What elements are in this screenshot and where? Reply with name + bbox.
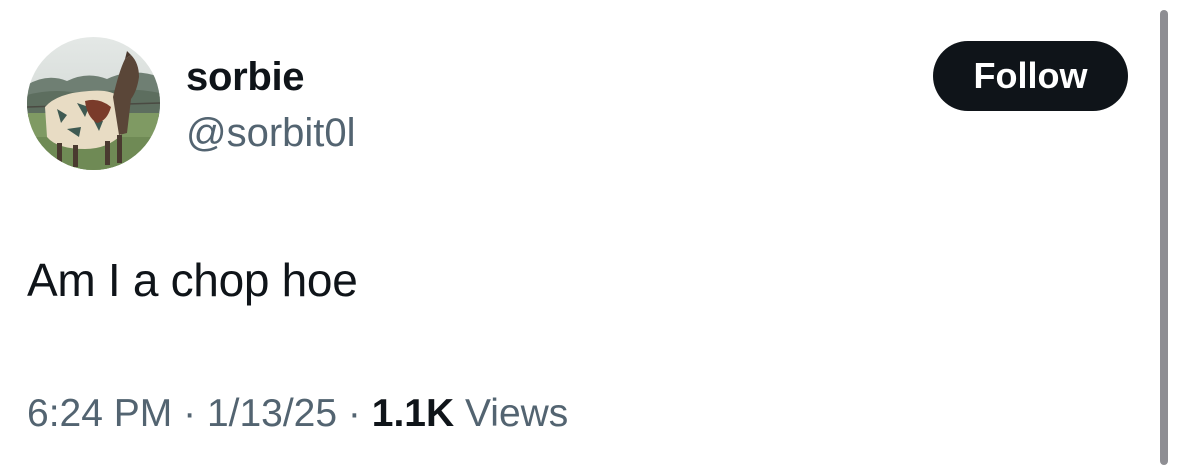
display-name[interactable]: sorbie (186, 52, 305, 102)
meta-separator: · (347, 392, 361, 435)
tweet-text: Am I a chop hoe (27, 254, 358, 306)
horse-avatar-icon (27, 37, 160, 170)
tweet-time[interactable]: 6:24 PM (27, 392, 172, 435)
user-handle[interactable]: @sorbit0l (186, 108, 356, 158)
views-label: Views (464, 392, 569, 435)
scrollbar[interactable] (1160, 10, 1168, 465)
follow-button[interactable]: Follow (933, 41, 1128, 111)
avatar[interactable] (27, 37, 160, 170)
meta-separator: · (183, 392, 197, 435)
tweet-date[interactable]: 1/13/25 (207, 392, 337, 435)
tweet-meta: 6:24 PM · 1/13/25 · 1.1K Views (27, 390, 568, 438)
views-count: 1.1K (371, 392, 455, 435)
